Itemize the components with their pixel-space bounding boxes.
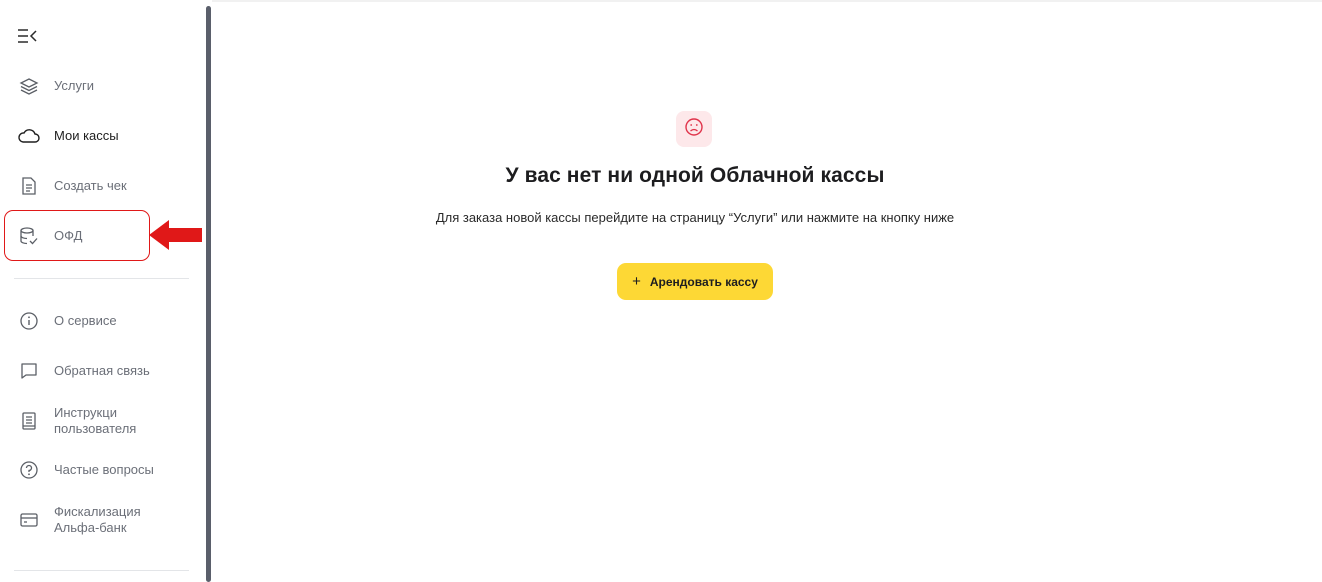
empty-state-badge (676, 111, 712, 147)
sidebar-item-label: Инструкци пользователя (54, 405, 137, 436)
sidebar-item-label: О сервисе (54, 313, 117, 328)
chat-icon (18, 360, 40, 382)
sidebar-item-label: Частые вопросы (54, 462, 154, 477)
sidebar-divider (14, 278, 189, 279)
sidebar-item-services[interactable]: Услуги (0, 66, 190, 106)
plus-icon: + (632, 273, 641, 290)
layers-icon (18, 75, 40, 97)
sidebar-item-fiscalization[interactable]: Фискализация Альфа-банк (0, 500, 190, 540)
sidebar-item-user-guide[interactable]: Инструкци пользователя (0, 401, 190, 441)
sidebar-item-label: Мои кассы (54, 128, 119, 143)
empty-state-subtitle: Для заказа новой кассы перейдите на стра… (435, 210, 955, 225)
question-icon (18, 459, 40, 481)
annotation-arrow-icon (147, 218, 203, 252)
annotation-highlight-box (4, 210, 150, 261)
card-icon (18, 509, 40, 531)
rent-register-button-label: Арендовать кассу (649, 274, 758, 289)
info-icon (18, 310, 40, 332)
sidebar-item-create-receipt[interactable]: Создать чек (0, 166, 190, 206)
sidebar-scrollbar[interactable] (206, 6, 211, 582)
empty-state-title: У вас нет ни одной Облачной кассы (505, 164, 885, 187)
sidebar-divider (14, 570, 189, 571)
rent-register-button[interactable]: + Арендовать кассу (617, 263, 773, 300)
sidebar: Услуги Мои кассы Создать чек ОФД О серви… (0, 0, 203, 582)
cloud-icon (18, 125, 40, 147)
sad-face-icon (684, 117, 704, 142)
collapse-menu-icon[interactable] (14, 24, 42, 48)
sidebar-item-label: Услуги (54, 78, 94, 93)
sidebar-item-about[interactable]: О сервисе (0, 301, 190, 341)
sidebar-item-faq[interactable]: Частые вопросы (0, 450, 190, 490)
book-icon (18, 410, 40, 432)
sidebar-item-label: Создать чек (54, 178, 127, 193)
sidebar-item-label: Фискализация Альфа-банк (54, 504, 141, 535)
sidebar-item-feedback[interactable]: Обратная связь (0, 351, 190, 391)
sidebar-item-label: Обратная связь (54, 363, 150, 378)
document-icon (18, 175, 40, 197)
sidebar-item-my-registers[interactable]: Мои кассы (0, 116, 190, 156)
